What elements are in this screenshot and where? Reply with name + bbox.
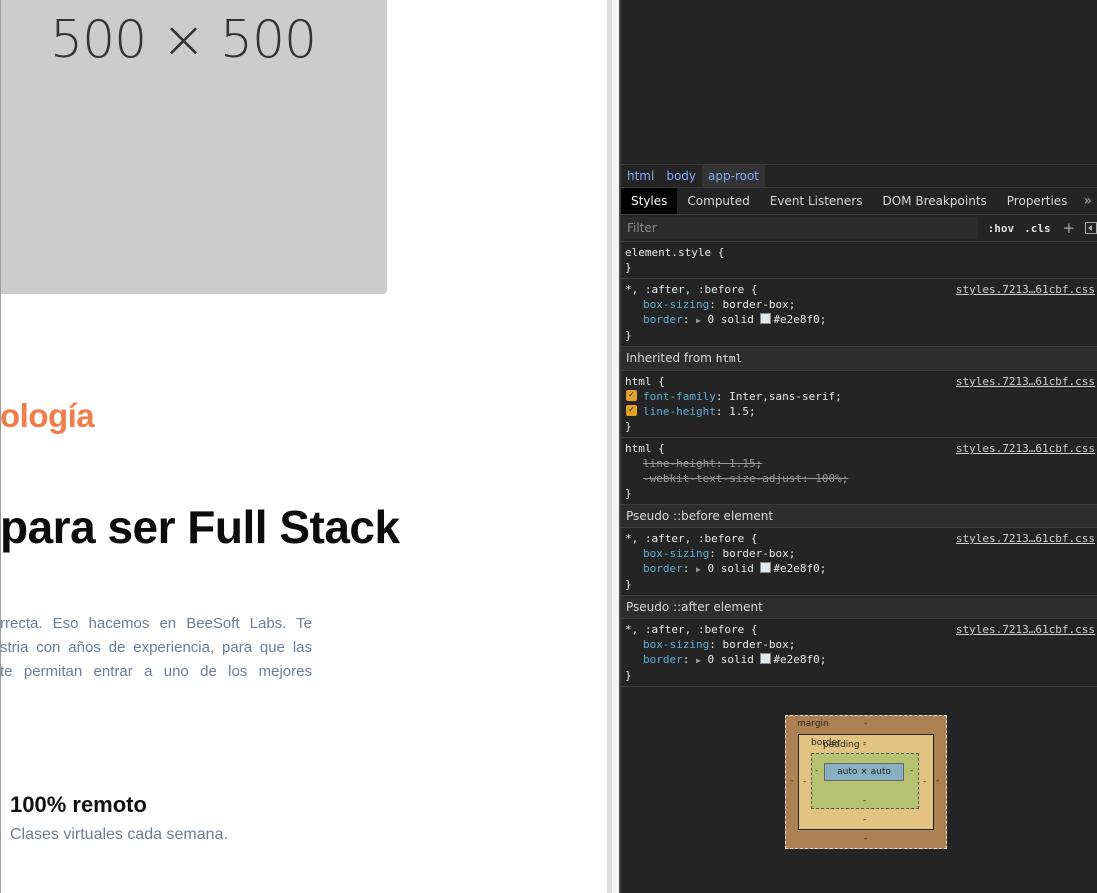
splitter-bar xyxy=(607,0,612,893)
border-left-value[interactable]: - xyxy=(803,777,806,787)
paragraph-line: te permitan entrar a uno de los mejores xyxy=(0,663,312,680)
dom-tree-area[interactable] xyxy=(621,0,1097,165)
styles-toolbar: :hov .cls + xyxy=(621,215,1097,242)
pseudo-before-header: Pseudo ::before element xyxy=(621,505,1097,528)
tab-dom-breakpoints[interactable]: DOM Breakpoints xyxy=(872,188,996,214)
color-swatch[interactable] xyxy=(760,562,772,573)
margin-right-value[interactable]: - xyxy=(936,776,939,786)
rule-source-link[interactable]: styles.7213…61cbf.css xyxy=(956,622,1095,637)
color-swatch[interactable] xyxy=(760,653,772,664)
devtools-tabs: Styles Computed Event Listeners DOM Brea… xyxy=(621,188,1097,215)
paragraph-line: stria con años de experiencia, para que … xyxy=(0,639,312,656)
border-bottom-value[interactable]: - xyxy=(863,815,866,825)
feature-title: 100% remoto xyxy=(10,792,147,817)
style-rule-html-overridden[interactable]: styles.7213…61cbf.css html { line-height… xyxy=(621,438,1097,505)
tab-event-listeners[interactable]: Event Listeners xyxy=(760,188,873,214)
devtools-panel: html body app-root Styles Computed Event… xyxy=(621,0,1097,893)
style-rule-after[interactable]: styles.7213…61cbf.css *, :after, :before… xyxy=(621,619,1097,687)
checkbox-icon[interactable]: ✓ xyxy=(626,390,637,401)
margin-bottom-value[interactable]: - xyxy=(864,834,867,844)
placeholder-image: 500 × 500 xyxy=(0,0,387,294)
pseudo-after-header: Pseudo ::after element xyxy=(621,596,1097,619)
rule-close: } xyxy=(625,329,632,342)
filter-input[interactable] xyxy=(623,217,978,239)
rule-close: } xyxy=(625,261,632,274)
declaration-box-sizing[interactable]: box-sizing: border-box; xyxy=(625,546,1093,561)
rule-close: } xyxy=(625,669,632,682)
new-rule-icon[interactable]: + xyxy=(1063,219,1076,237)
expand-arrow-icon[interactable]: ▶ xyxy=(696,656,701,665)
border-right-value[interactable]: - xyxy=(923,777,926,787)
declaration-font-family[interactable]: ✓ font-family: Inter,sans-serif; xyxy=(625,389,1093,404)
declaration-border[interactable]: border: ▶ 0 solid #e2e8f0; xyxy=(625,561,1093,577)
section-paragraph: rrecta. Eso hacemos en BeeSoft Labs. Te … xyxy=(0,612,312,684)
breadcrumb-app-root[interactable]: app-root xyxy=(702,165,766,187)
cls-toggle[interactable]: .cls xyxy=(1024,222,1051,235)
padding-right-value[interactable]: - xyxy=(910,766,913,776)
expand-arrow-icon[interactable]: ▶ xyxy=(696,316,701,325)
expand-arrow-icon[interactable]: ▶ xyxy=(696,565,701,574)
declaration-text-size-adjust-overridden[interactable]: -webkit-text-size-adjust: 100%; xyxy=(625,471,1093,486)
padding-left-value[interactable]: - xyxy=(815,766,818,776)
rule-close: } xyxy=(625,578,632,591)
declaration-box-sizing[interactable]: box-sizing: border-box; xyxy=(625,637,1093,652)
box-model-margin[interactable]: margin - - - - border - - - - padding - … xyxy=(785,715,947,849)
style-rule-before[interactable]: styles.7213…61cbf.css *, :after, :before… xyxy=(621,528,1097,596)
more-tabs-icon[interactable]: » xyxy=(1077,188,1097,214)
padding-top-value[interactable]: - xyxy=(863,740,866,750)
rule-close: } xyxy=(625,420,632,433)
web-page: 500 × 500 ología para ser Full Stack rre… xyxy=(0,0,607,893)
style-rule-html[interactable]: styles.7213…61cbf.css html { ✓ font-famil… xyxy=(621,371,1097,438)
rule-source-link[interactable]: styles.7213…61cbf.css xyxy=(956,374,1095,389)
box-model-diagram: margin - - - - border - - - - padding - … xyxy=(621,687,1097,893)
declaration-border[interactable]: border: ▶ 0 solid #e2e8f0; xyxy=(625,312,1093,328)
paragraph-line: rrecta. Eso hacemos en BeeSoft Labs. Te xyxy=(0,615,312,632)
tab-computed[interactable]: Computed xyxy=(677,188,759,214)
margin-top-value[interactable]: - xyxy=(864,719,867,729)
padding-label: padding xyxy=(823,740,860,750)
tab-properties[interactable]: Properties xyxy=(997,188,1078,214)
tab-styles[interactable]: Styles xyxy=(621,188,678,214)
breadcrumb-body[interactable]: body xyxy=(660,165,702,187)
panel-splitter[interactable] xyxy=(607,0,621,893)
feature-subtitle: Clases virtuales cada semana. xyxy=(10,826,228,843)
box-model-content[interactable]: auto × auto xyxy=(824,763,904,781)
rule-source-link[interactable]: styles.7213…61cbf.css xyxy=(956,282,1095,297)
color-swatch[interactable] xyxy=(760,313,772,324)
rule-selector: element.style { xyxy=(625,246,725,259)
declaration-line-height[interactable]: ✓ line-height: 1.5; xyxy=(625,404,1093,419)
declaration-box-sizing[interactable]: box-sizing: border-box; xyxy=(625,297,1093,312)
box-model-padding[interactable]: padding - - - - auto × auto xyxy=(811,740,919,809)
margin-label: margin xyxy=(797,719,829,729)
rule-close: } xyxy=(625,487,632,500)
content-size: auto × auto xyxy=(837,767,891,777)
hov-toggle[interactable]: :hov xyxy=(988,222,1015,235)
breadcrumb: html body app-root xyxy=(621,165,1097,188)
box-model-border[interactable]: border - - - - padding - - - - auto × au… xyxy=(798,734,934,830)
page-edge xyxy=(0,0,1,893)
padding-bottom-value[interactable]: - xyxy=(863,796,866,806)
rule-source-link[interactable]: styles.7213…61cbf.css xyxy=(956,531,1095,546)
declaration-line-height-overridden[interactable]: line-height: 1.15; xyxy=(625,456,1093,471)
style-rule-universal[interactable]: styles.7213…61cbf.css *, :after, :before… xyxy=(621,279,1097,347)
declaration-border[interactable]: border: ▶ 0 solid #e2e8f0; xyxy=(625,652,1093,668)
checkbox-icon[interactable]: ✓ xyxy=(626,405,637,416)
style-rule-element[interactable]: element.style { } xyxy=(621,242,1097,279)
section-headline: para ser Full Stack xyxy=(0,501,400,553)
inherited-header: Inherited from html xyxy=(621,347,1097,371)
placeholder-label: 500 × 500 xyxy=(50,10,317,70)
sidebar-toggle-icon[interactable] xyxy=(1085,222,1097,234)
margin-left-value[interactable]: - xyxy=(790,776,793,786)
breadcrumb-html[interactable]: html xyxy=(621,165,660,187)
rule-source-link[interactable]: styles.7213…61cbf.css xyxy=(956,441,1095,456)
section-eyebrow: ología xyxy=(0,397,95,434)
